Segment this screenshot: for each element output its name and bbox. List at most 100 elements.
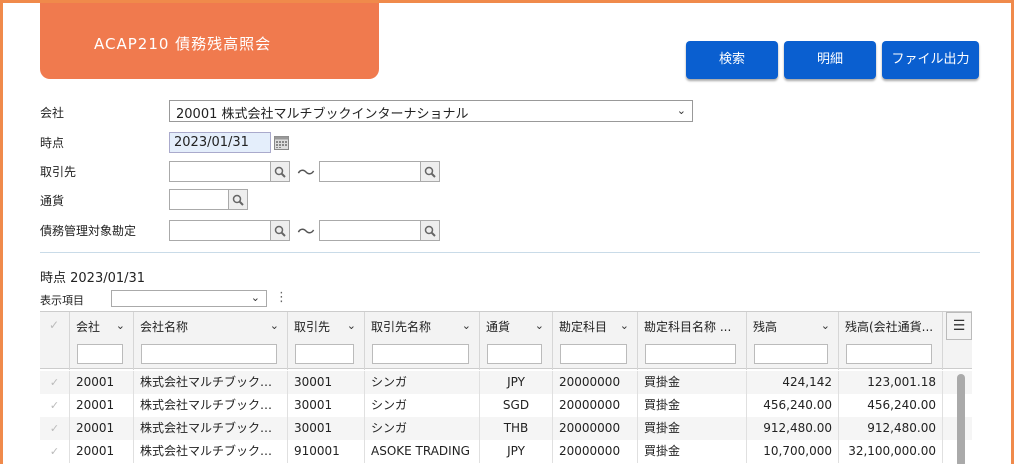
cell-balance: 424,142 bbox=[747, 371, 839, 394]
header-col-6[interactable]: 勘定科目名称 ... bbox=[638, 312, 747, 370]
filter-input-8[interactable] bbox=[846, 344, 932, 364]
partner-from-input[interactable] bbox=[169, 161, 271, 182]
app-frame: ACAP210 債務残高照会 検索 明細 ファイル出力 会社 20001 株式会… bbox=[0, 0, 1014, 464]
filter-input-6[interactable] bbox=[645, 344, 736, 364]
detail-button[interactable]: 明細 bbox=[784, 41, 876, 79]
cell-balance-company: 123,001.18 bbox=[839, 371, 943, 394]
filter-input-4[interactable] bbox=[487, 344, 542, 364]
currency-label: 通貨 bbox=[40, 194, 65, 208]
cell-company: 20001 bbox=[70, 440, 134, 463]
cell-account-name: 買掛金 bbox=[638, 371, 747, 394]
header-col-3[interactable]: 取引先名称 ⌄ bbox=[365, 312, 480, 370]
search-icon[interactable] bbox=[420, 161, 440, 182]
cell-balance: 10,700,000 bbox=[747, 440, 839, 463]
display-items-select[interactable]: ⌄ bbox=[111, 290, 267, 307]
header-col-4[interactable]: 通貨 ⌄ bbox=[480, 312, 553, 370]
filter-input-0[interactable] bbox=[77, 344, 123, 364]
currency-input[interactable] bbox=[169, 189, 229, 210]
filter-input-7[interactable] bbox=[754, 344, 828, 364]
chevron-down-icon: ⌄ bbox=[269, 319, 279, 332]
cell-account-name: 買掛金 bbox=[638, 394, 747, 417]
cell-account: 20000000 bbox=[553, 417, 638, 440]
header-col-7[interactable]: 残高 ⌄ bbox=[747, 312, 839, 370]
table-row[interactable]: ✓ 20001 株式会社マルチブック… 30001 シンガ SGD 200000… bbox=[40, 394, 972, 417]
chevron-down-icon: ⌄ bbox=[115, 319, 125, 332]
result-timepoint: 時点 2023/01/31 bbox=[40, 271, 146, 286]
cell-currency: SGD bbox=[480, 394, 553, 417]
cell-balance-company: 912,480.00 bbox=[839, 417, 943, 440]
filter-input-3[interactable] bbox=[372, 344, 469, 364]
header-col-8[interactable]: 残高(会社通貨... bbox=[839, 312, 943, 370]
cell-partner-name: シンガ bbox=[365, 394, 480, 417]
company-value: 20001 株式会社マルチブックインターナショナル bbox=[176, 107, 469, 122]
check-icon: ✓ bbox=[49, 318, 60, 332]
cell-partner-name: シンガ bbox=[365, 417, 480, 440]
row-check-icon[interactable]: ✓ bbox=[40, 417, 70, 440]
vertical-scrollbar[interactable] bbox=[957, 374, 965, 464]
table-header: ✓ 会社 ⌄ 会社名称 ⌄ 取引先 ⌄ 取引先名称 ⌄ 通貨 ⌄ 勘定科目 ⌄ … bbox=[40, 311, 972, 370]
page-title: ACAP210 債務残高照会 bbox=[40, 3, 379, 79]
column-menu-icon[interactable]: ☰ bbox=[946, 312, 972, 340]
cell-partner: 30001 bbox=[288, 394, 365, 417]
header-col-2[interactable]: 取引先 ⌄ bbox=[288, 312, 365, 370]
filter-input-5[interactable] bbox=[560, 344, 627, 364]
chevron-down-icon: ⌄ bbox=[250, 291, 260, 304]
chevron-down-icon: ⌄ bbox=[461, 319, 471, 332]
cell-currency: JPY bbox=[480, 371, 553, 394]
chevron-down-icon: ⌄ bbox=[346, 319, 356, 332]
row-check-icon[interactable]: ✓ bbox=[40, 440, 70, 463]
cell-balance-company: 456,240.00 bbox=[839, 394, 943, 417]
cell-partner: 30001 bbox=[288, 417, 365, 440]
cell-balance: 456,240.00 bbox=[747, 394, 839, 417]
chevron-down-icon: ⌄ bbox=[820, 319, 830, 332]
header-select-all[interactable]: ✓ bbox=[40, 312, 70, 370]
section-divider bbox=[40, 252, 980, 253]
company-select[interactable]: 20001 株式会社マルチブックインターナショナル ⌄ bbox=[169, 100, 693, 122]
partner-to-input[interactable] bbox=[319, 161, 421, 182]
calendar-icon[interactable] bbox=[271, 132, 291, 153]
search-icon[interactable] bbox=[270, 161, 290, 182]
partner-label: 取引先 bbox=[40, 165, 77, 179]
header-col-5[interactable]: 勘定科目 ⌄ bbox=[553, 312, 638, 370]
row-check-icon[interactable]: ✓ bbox=[40, 371, 70, 394]
table-row[interactable]: ✓ 20001 株式会社マルチブック… 30001 シンガ THB 200000… bbox=[40, 417, 972, 440]
cell-company-name: 株式会社マルチブック… bbox=[134, 417, 288, 440]
cell-currency: JPY bbox=[480, 440, 553, 463]
file-output-button[interactable]: ファイル出力 bbox=[882, 41, 979, 79]
cell-account: 20000000 bbox=[553, 440, 638, 463]
cell-account: 20000000 bbox=[553, 394, 638, 417]
cell-account: 20000000 bbox=[553, 371, 638, 394]
header-col-1[interactable]: 会社名称 ⌄ bbox=[134, 312, 288, 370]
chevron-down-icon: ⌄ bbox=[676, 104, 686, 117]
cell-company-name: 株式会社マルチブック… bbox=[134, 394, 288, 417]
target-account-to-input[interactable] bbox=[319, 220, 421, 241]
cell-balance-company: 32,100,000.00 bbox=[839, 440, 943, 463]
cell-company-name: 株式会社マルチブック… bbox=[134, 440, 288, 463]
range-separator: 〜 bbox=[297, 163, 315, 184]
cell-partner: 910001 bbox=[288, 440, 365, 463]
target-account-from-input[interactable] bbox=[169, 220, 271, 241]
cell-company: 20001 bbox=[70, 371, 134, 394]
timepoint-label: 時点 bbox=[40, 136, 65, 150]
filter-input-1[interactable] bbox=[141, 344, 277, 364]
row-check-icon[interactable]: ✓ bbox=[40, 394, 70, 417]
cell-company: 20001 bbox=[70, 417, 134, 440]
search-icon[interactable] bbox=[270, 220, 290, 241]
cell-partner-name: シンガ bbox=[365, 371, 480, 394]
header-col-0[interactable]: 会社 ⌄ bbox=[70, 312, 134, 370]
cell-company: 20001 bbox=[70, 394, 134, 417]
search-icon[interactable] bbox=[228, 189, 248, 210]
table-row[interactable]: ✓ 20001 株式会社マルチブック… 30001 シンガ JPY 200000… bbox=[40, 371, 972, 394]
search-button[interactable]: 検索 bbox=[686, 41, 778, 79]
cell-account-name: 買掛金 bbox=[638, 417, 747, 440]
timepoint-input[interactable]: 2023/01/31 bbox=[169, 132, 271, 153]
cell-company-name: 株式会社マルチブック… bbox=[134, 371, 288, 394]
company-label: 会社 bbox=[40, 106, 65, 120]
table-row[interactable]: ✓ 20001 株式会社マルチブック… 910001 ASOKE TRADING… bbox=[40, 440, 972, 463]
range-separator: 〜 bbox=[297, 222, 315, 243]
display-items-label: 表示項目 bbox=[40, 294, 84, 307]
filter-input-2[interactable] bbox=[295, 344, 354, 364]
chevron-down-icon: ⌄ bbox=[534, 319, 544, 332]
more-options-icon[interactable]: ⋮ bbox=[275, 290, 288, 305]
search-icon[interactable] bbox=[420, 220, 440, 241]
